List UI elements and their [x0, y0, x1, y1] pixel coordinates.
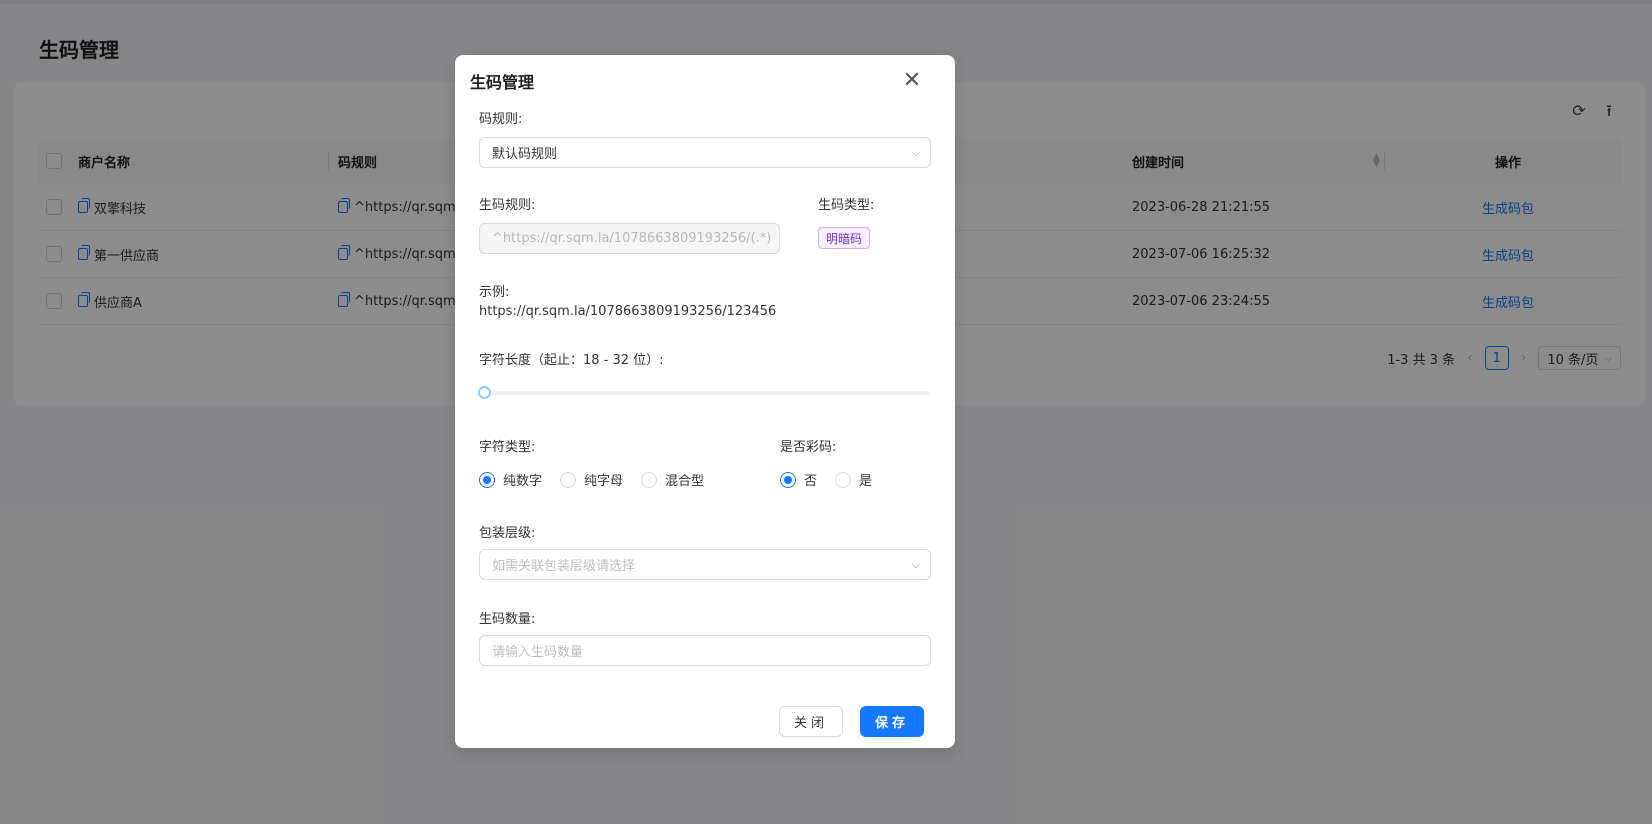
- code-rule-value: 默认码规则: [492, 147, 558, 162]
- close-button[interactable]: 关闭: [779, 706, 843, 737]
- code-rule-label: 码规则:: [479, 112, 523, 127]
- modal-title: 生码管理: [470, 73, 535, 92]
- gen-rule-label: 生码规则:: [479, 198, 536, 213]
- char-type-radio-group: 纯数字 纯字母 混合型: [479, 470, 712, 489]
- radio-label: 否: [804, 474, 818, 489]
- radio-dot[interactable]: [560, 471, 577, 488]
- package-level-placeholder: 如需关联包装层级请选择: [492, 559, 636, 574]
- radio-no[interactable]: 否: [780, 470, 817, 489]
- radio-alpha[interactable]: 纯字母: [560, 470, 623, 489]
- length-slider-track[interactable]: [479, 391, 929, 395]
- code-type-label: 生码类型:: [818, 198, 875, 213]
- length-label: 字符长度（起止：18 - 32 位）:: [479, 353, 664, 368]
- radio-mixed[interactable]: 混合型: [641, 470, 704, 489]
- quantity-placeholder: 请输入生码数量: [492, 645, 584, 660]
- chevron-down-icon: ⌵: [911, 146, 920, 159]
- radio-label: 纯字母: [584, 474, 624, 489]
- radio-dot[interactable]: [835, 471, 852, 488]
- radio-dot[interactable]: [641, 471, 658, 488]
- package-level-select[interactable]: 如需关联包装层级请选择 ⌵: [479, 549, 931, 580]
- radio-label: 纯数字: [503, 474, 543, 489]
- example-value: https://qr.sqm.la/1078663809193256/12345…: [479, 304, 777, 319]
- gen-rule-input: ^https://qr.sqm.la/1078663809193256/(.*): [479, 223, 780, 254]
- radio-numeric[interactable]: 纯数字: [479, 470, 542, 489]
- radio-dot[interactable]: [479, 471, 495, 488]
- generate-code-modal: 生码管理 ✕ 码规则: 默认码规则 ⌵ 生码规则: ^https://qr.sq…: [455, 55, 955, 748]
- example-label: 示例:: [479, 285, 510, 300]
- char-type-label: 字符类型:: [479, 440, 536, 455]
- code-type-tag: 明暗码: [818, 227, 871, 249]
- color-code-radio-group: 否 是: [780, 470, 880, 489]
- save-button[interactable]: 保存: [860, 706, 924, 737]
- quantity-input[interactable]: 请输入生码数量: [479, 635, 931, 666]
- radio-label: 混合型: [665, 474, 705, 489]
- radio-yes[interactable]: 是: [835, 470, 872, 489]
- radio-label: 是: [859, 474, 873, 489]
- package-level-label: 包装层级:: [479, 526, 536, 541]
- length-slider-handle[interactable]: [478, 386, 491, 399]
- radio-dot[interactable]: [780, 471, 796, 488]
- quantity-label: 生码数量:: [479, 612, 536, 627]
- chevron-down-icon: ⌵: [911, 558, 920, 571]
- close-icon[interactable]: ✕: [901, 70, 923, 92]
- color-code-label: 是否彩码:: [780, 440, 837, 455]
- code-rule-select[interactable]: 默认码规则 ⌵: [479, 137, 931, 168]
